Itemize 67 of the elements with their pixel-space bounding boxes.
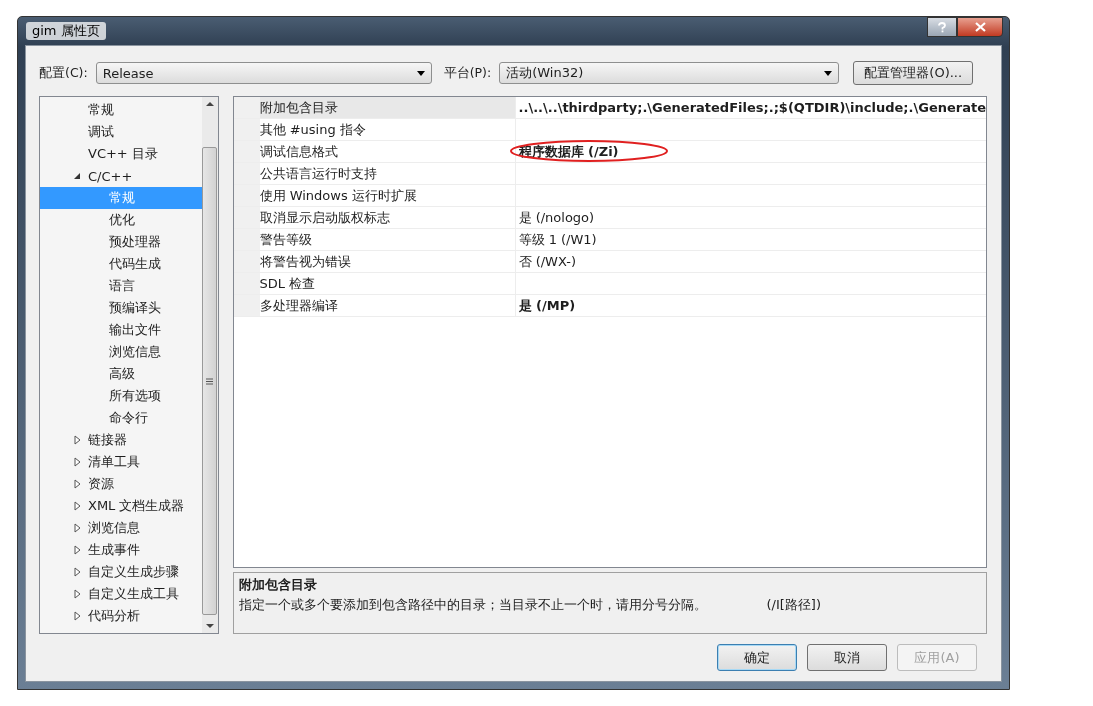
property-name[interactable]: 其他 #using 指令 — [233, 119, 516, 140]
tree-item[interactable]: 输出文件 — [109, 321, 161, 339]
tree-item[interactable]: 生成事件 — [88, 541, 140, 559]
tree-item[interactable]: 常规 — [88, 101, 114, 119]
tree-item[interactable]: 优化 — [109, 211, 135, 229]
tree-item[interactable]: 代码生成 — [109, 255, 161, 273]
tree-item[interactable]: 命令行 — [109, 409, 148, 427]
tree-item[interactable]: 链接器 — [88, 431, 127, 449]
tree-item[interactable]: 浏览信息 — [88, 519, 140, 537]
collapsed-arrow-icon[interactable] — [72, 611, 82, 621]
scrollbar[interactable] — [201, 97, 218, 633]
help-button[interactable] — [927, 17, 957, 37]
property-value[interactable]: 是 (/MP) — [518, 296, 576, 315]
tree-item[interactable]: 浏览信息 — [109, 343, 161, 361]
config-label: 配置(C): — [39, 64, 88, 82]
tree-item[interactable]: C/C++ — [88, 168, 133, 184]
collapsed-arrow-icon[interactable] — [72, 545, 82, 555]
collapsed-arrow-icon[interactable] — [72, 523, 82, 533]
property-value[interactable]: 等级 1 (/W1) — [518, 230, 597, 249]
collapsed-arrow-icon[interactable] — [72, 501, 82, 511]
tree-item[interactable]: 代码分析 — [88, 607, 140, 625]
tree-item[interactable]: 预编译头 — [109, 299, 161, 317]
collapsed-arrow-icon[interactable] — [72, 479, 82, 489]
property-value[interactable]: 是 (/nologo) — [518, 208, 595, 227]
property-name[interactable]: 将警告视为错误 — [233, 251, 516, 272]
tree-item[interactable]: 所有选项 — [109, 387, 161, 405]
platform-dropdown[interactable]: 活动(Win32) — [499, 62, 840, 84]
property-name[interactable]: 公共语言运行时支持 — [233, 163, 516, 184]
expanded-arrow-icon[interactable] — [72, 171, 82, 181]
property-name[interactable]: 取消显示启动版权标志 — [233, 207, 516, 228]
property-name[interactable]: 调试信息格式 — [233, 141, 516, 162]
grip-icon — [206, 377, 213, 385]
collapsed-arrow-icon[interactable] — [72, 589, 82, 599]
description-title: 附加包含目录 — [238, 576, 318, 594]
config-manager-button[interactable]: 配置管理器(O)... — [853, 61, 974, 85]
tree-item[interactable]: 清单工具 — [88, 453, 140, 471]
dropdown-caret-icon — [824, 70, 833, 76]
switch-text: (/I[路径]) — [766, 596, 821, 614]
window-title: gim 属性页 — [26, 22, 106, 40]
tree-item[interactable]: 自定义生成步骤 — [88, 563, 179, 581]
config-dropdown[interactable]: Release — [95, 62, 432, 84]
dialog-button[interactable]: 确定 — [717, 644, 797, 671]
platform-label: 平台(P): — [443, 64, 492, 82]
property-name[interactable]: 附加包含目录 — [233, 97, 516, 118]
collapsed-arrow-icon[interactable] — [72, 457, 82, 467]
tree-item[interactable]: 语言 — [109, 277, 135, 295]
property-name[interactable]: 多处理器编译 — [233, 295, 516, 316]
property-value[interactable]: 否 (/WX-) — [518, 252, 576, 271]
close-icon — [974, 22, 986, 32]
property-name[interactable]: 警告等级 — [233, 229, 516, 250]
property-value[interactable]: ..\..\..\thirdparty;.\GeneratedFiles;.;$(QTDIR)\include;.\Generate — [518, 100, 986, 115]
dropdown-caret-icon — [416, 70, 425, 76]
collapsed-arrow-icon[interactable] — [72, 435, 82, 445]
tree-item[interactable]: 预处理器 — [109, 233, 161, 251]
tree-item[interactable]: XML 文档生成器 — [88, 497, 185, 515]
tree-item[interactable]: 资源 — [88, 475, 114, 493]
tree-item[interactable]: VC++ 目录 — [88, 145, 158, 163]
dialog-button[interactable]: 取消 — [807, 644, 887, 671]
collapsed-arrow-icon[interactable] — [72, 567, 82, 577]
description-text: 指定一个或多个要添加到包含路径中的目录；当目录不止一个时，请用分号分隔。 — [238, 596, 707, 614]
help-icon — [938, 21, 946, 33]
close-button[interactable] — [957, 17, 1003, 37]
property-name[interactable]: SDL 检查 — [233, 273, 516, 294]
tree-item[interactable]: 高级 — [109, 365, 135, 383]
property-name[interactable]: 使用 Windows 运行时扩展 — [233, 185, 516, 206]
tree-item[interactable]: 调试 — [88, 123, 114, 141]
tree-item[interactable]: 自定义生成工具 — [88, 585, 179, 603]
